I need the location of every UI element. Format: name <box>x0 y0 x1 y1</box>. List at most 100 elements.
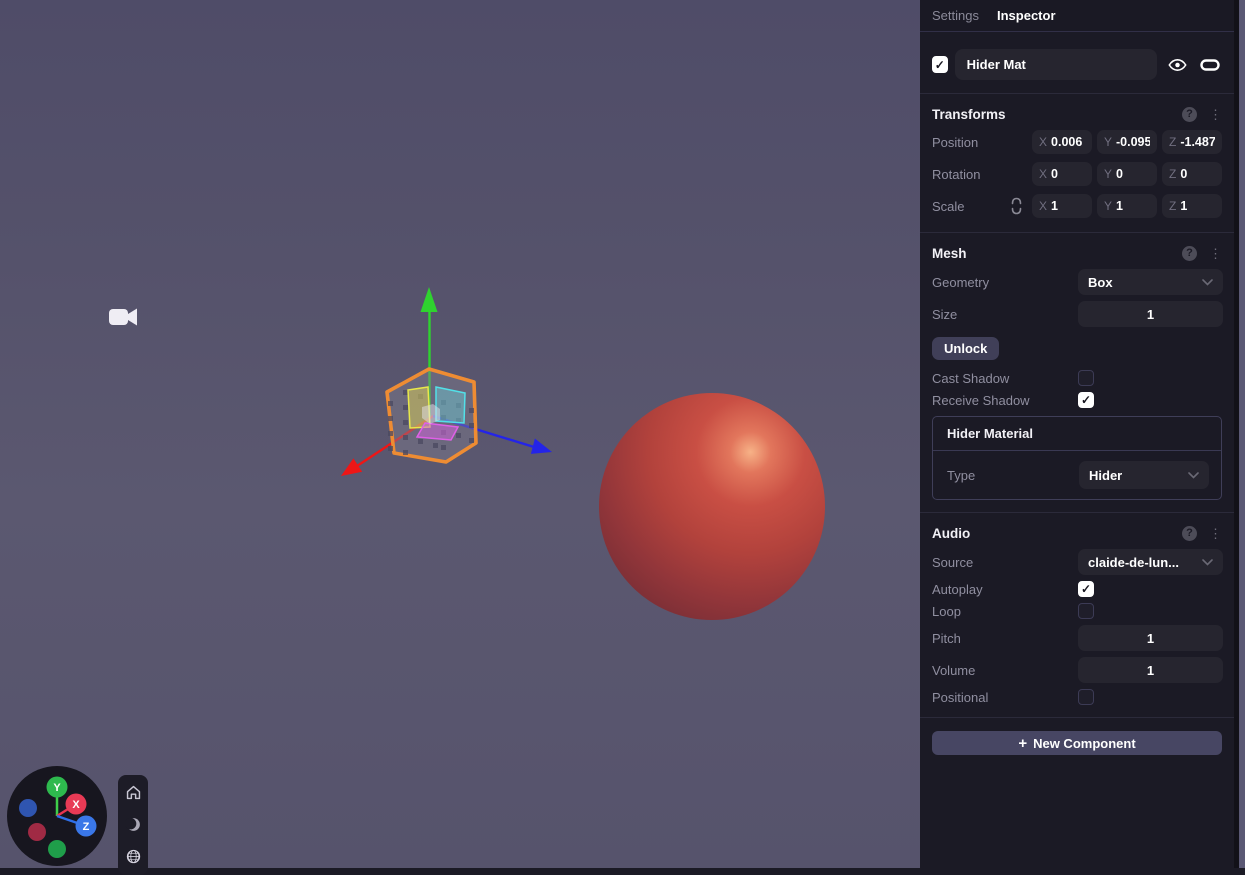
eye-icon <box>1168 58 1187 72</box>
autoplay-checkbox[interactable] <box>1078 581 1094 597</box>
axis-prefix: Z <box>1169 135 1176 149</box>
theme-toggle-button[interactable] <box>122 813 144 835</box>
cast-shadow-checkbox[interactable] <box>1078 370 1094 386</box>
volume-label: Volume <box>932 663 1078 678</box>
home-view-button[interactable] <box>122 781 144 803</box>
receive-shadow-label: Receive Shadow <box>932 393 1078 408</box>
kebab-menu-icon[interactable]: ⋮ <box>1209 108 1222 121</box>
material-type-label: Type <box>947 468 1079 483</box>
geometry-dropdown[interactable]: Box <box>1078 269 1223 295</box>
scale-z-field[interactable]: Z <box>1162 194 1222 218</box>
axis-ball-negy[interactable] <box>48 840 66 858</box>
new-component-button[interactable]: + New Component <box>932 731 1222 755</box>
visibility-button[interactable] <box>1166 53 1190 77</box>
unlink-icon <box>1010 197 1023 215</box>
3d-viewport[interactable]: Y X Z <box>0 0 920 868</box>
scale-label: Scale <box>932 199 1010 214</box>
plus-icon: + <box>1018 736 1027 751</box>
rotation-x-field[interactable]: X <box>1032 162 1092 186</box>
rotation-y-field[interactable]: Y <box>1097 162 1157 186</box>
axis-ball-negz[interactable] <box>19 799 37 817</box>
material-type-dropdown[interactable]: Hider <box>1079 461 1209 489</box>
camera-icon[interactable] <box>109 309 137 326</box>
yz-plane-handle[interactable] <box>436 387 465 423</box>
axis-ball-z[interactable]: Z <box>76 816 97 837</box>
z-axis-arrow[interactable] <box>531 439 552 454</box>
transforms-section: Transforms ? ⋮ Position X Y Z <box>920 94 1234 232</box>
panel-tabbar: Settings Inspector <box>920 0 1234 32</box>
loop-row: Loop <box>932 603 1222 619</box>
geometry-row: Geometry Box <box>932 269 1222 295</box>
help-icon[interactable]: ? <box>1182 107 1197 122</box>
object-name-row <box>920 32 1234 93</box>
kebab-menu-icon[interactable]: ⋮ <box>1209 527 1222 540</box>
help-icon[interactable]: ? <box>1182 246 1197 261</box>
size-row: Size <box>932 301 1222 327</box>
unlock-button[interactable]: Unlock <box>932 337 999 360</box>
rotation-y-input[interactable] <box>1116 167 1150 181</box>
position-z-input[interactable] <box>1180 135 1215 149</box>
mesh-title: Mesh <box>932 246 1182 261</box>
scale-y-input[interactable] <box>1116 199 1150 213</box>
tab-settings[interactable]: Settings <box>932 8 979 23</box>
audio-source-value: claide-de-lun... <box>1088 555 1179 570</box>
pitch-input[interactable] <box>1078 625 1223 651</box>
size-input[interactable] <box>1078 301 1223 327</box>
audio-section: Audio ? ⋮ Source claide-de-lun... Autopl… <box>920 513 1234 717</box>
material-pill-button[interactable] <box>1198 53 1222 77</box>
axis-ball-negx[interactable] <box>28 823 46 841</box>
tab-inspector[interactable]: Inspector <box>997 8 1056 23</box>
pitch-row: Pitch <box>932 625 1222 651</box>
scale-x-input[interactable] <box>1051 199 1085 213</box>
orientation-gizmo[interactable]: Y X Z <box>7 766 107 866</box>
position-y-field[interactable]: Y <box>1097 130 1157 154</box>
cast-shadow-row: Cast Shadow <box>932 370 1222 386</box>
scale-z-input[interactable] <box>1180 199 1215 213</box>
axis-prefix: Z <box>1169 199 1176 213</box>
axis-ball-x[interactable]: X <box>66 794 87 815</box>
capsule-icon <box>1200 59 1220 71</box>
selected-box-gizmo[interactable] <box>0 0 920 868</box>
audio-source-label: Source <box>932 555 1078 570</box>
axis-prefix: X <box>1039 135 1047 149</box>
y-axis-arrow[interactable] <box>421 287 438 312</box>
home-icon <box>125 784 142 801</box>
panel-footer: + New Component <box>920 718 1234 768</box>
position-z-field[interactable]: Z <box>1162 130 1222 154</box>
audio-source-dropdown[interactable]: claide-de-lun... <box>1078 549 1223 575</box>
autoplay-row: Autoplay <box>932 581 1222 597</box>
geometry-value: Box <box>1088 275 1113 290</box>
position-y-input[interactable] <box>1116 135 1150 149</box>
x-axis-arrow[interactable] <box>341 458 362 476</box>
new-component-label: New Component <box>1033 736 1136 751</box>
material-title: Hider Material <box>933 417 1221 451</box>
axis-prefix: Y <box>1104 199 1112 213</box>
loop-checkbox[interactable] <box>1078 603 1094 619</box>
rotation-x-input[interactable] <box>1051 167 1085 181</box>
object-enabled-checkbox[interactable] <box>932 56 948 73</box>
axis-prefix: Y <box>1104 135 1112 149</box>
positional-checkbox[interactable] <box>1078 689 1094 705</box>
axis-ball-y[interactable]: Y <box>47 777 68 798</box>
scale-y-field[interactable]: Y <box>1097 194 1157 218</box>
volume-input[interactable] <box>1078 657 1223 683</box>
axis-prefix: X <box>1039 167 1047 181</box>
object-name-input[interactable] <box>955 49 1157 80</box>
scale-x-field[interactable]: X <box>1032 194 1092 218</box>
kebab-menu-icon[interactable]: ⋮ <box>1209 247 1222 260</box>
panel-scrollbar-thumb[interactable] <box>1239 0 1245 868</box>
receive-shadow-row: Receive Shadow <box>932 392 1222 408</box>
position-x-input[interactable] <box>1051 135 1085 149</box>
help-icon[interactable]: ? <box>1182 526 1197 541</box>
scale-link-toggle[interactable] <box>1010 197 1032 215</box>
globe-icon <box>125 848 142 865</box>
rotation-z-input[interactable] <box>1180 167 1215 181</box>
environment-button[interactable] <box>122 845 144 867</box>
receive-shadow-checkbox[interactable] <box>1078 392 1094 408</box>
material-type-value: Hider <box>1089 468 1122 483</box>
position-row: Position X Y Z <box>932 130 1222 154</box>
position-x-field[interactable]: X <box>1032 130 1092 154</box>
xz-plane-handle[interactable] <box>417 423 458 440</box>
rotation-z-field[interactable]: Z <box>1162 162 1222 186</box>
view-toolbar <box>118 775 148 875</box>
